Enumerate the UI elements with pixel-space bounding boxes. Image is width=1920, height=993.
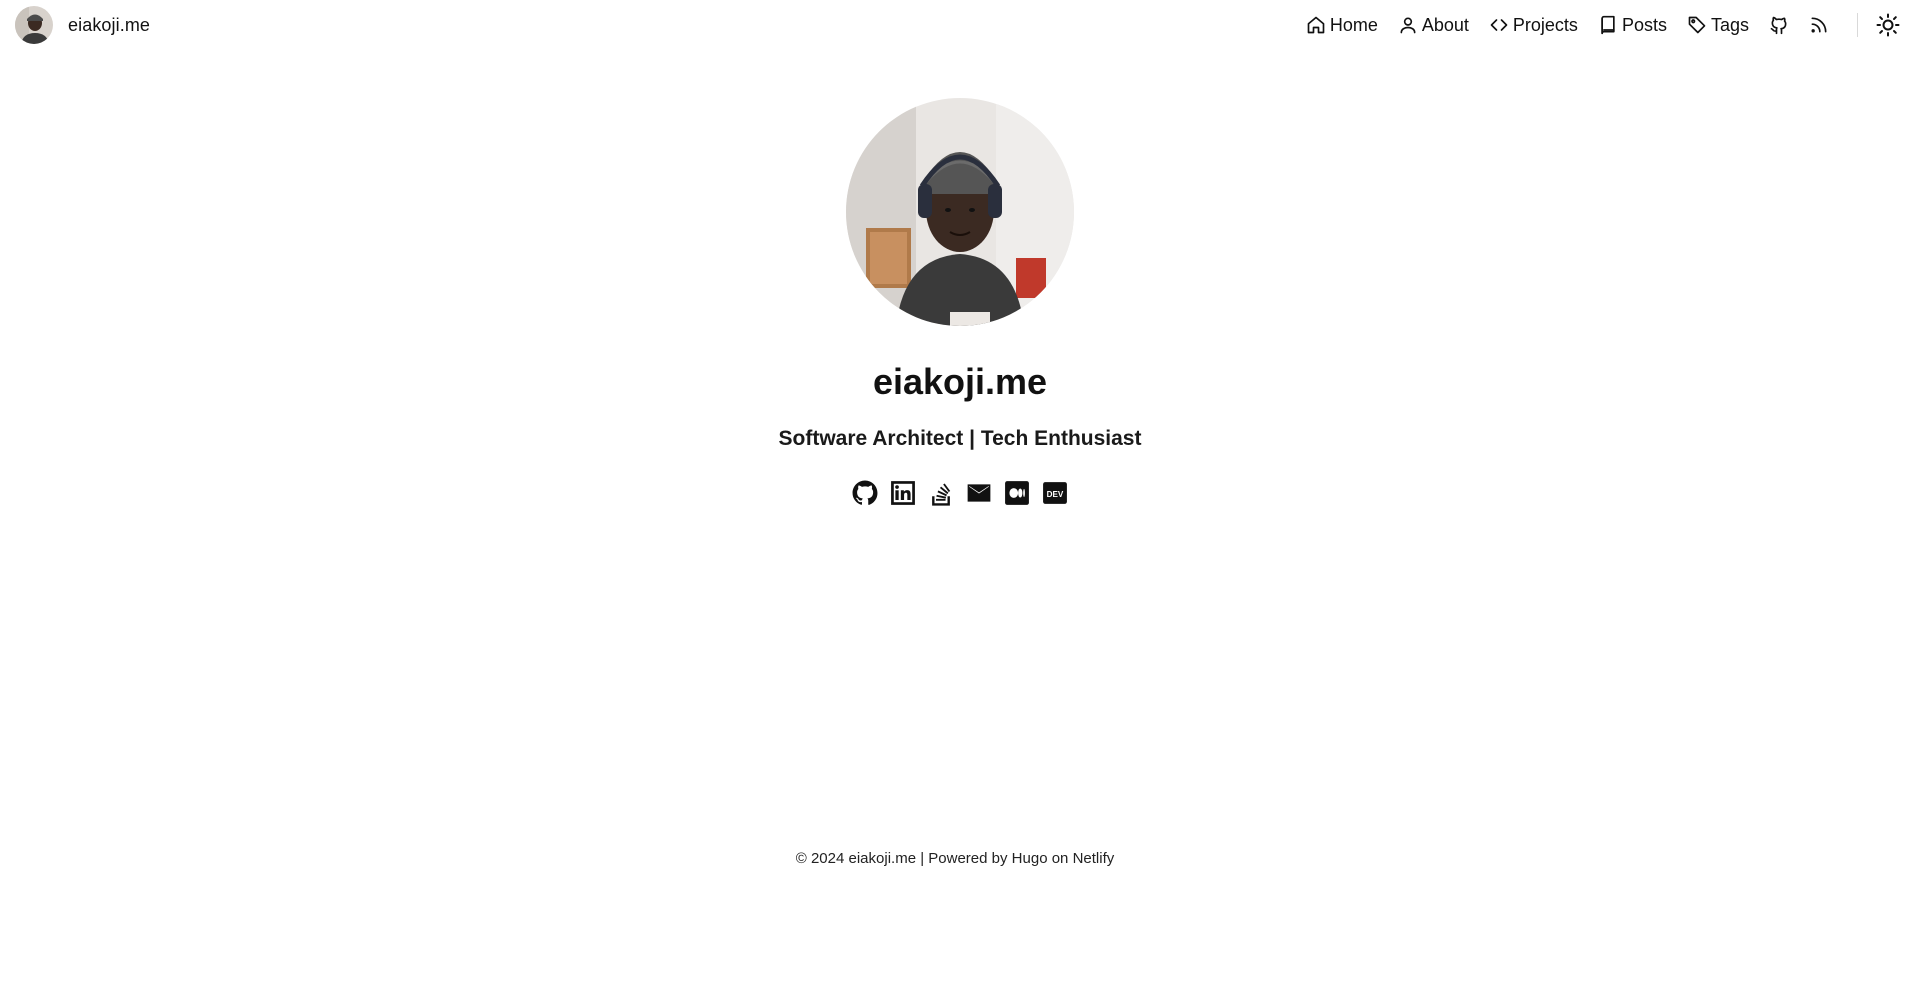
sun-icon bbox=[1876, 13, 1900, 37]
footer-powered-by: Powered by bbox=[928, 850, 1012, 867]
nav-projects-label: Projects bbox=[1512, 14, 1578, 35]
social-email[interactable] bbox=[965, 479, 993, 507]
code-icon bbox=[1490, 19, 1508, 31]
footer-separator: | bbox=[916, 850, 929, 867]
github-icon bbox=[1770, 16, 1787, 35]
dev-icon: DEV bbox=[1043, 482, 1067, 504]
footer-netlify-link[interactable]: Netlify bbox=[1073, 850, 1115, 867]
nav-posts[interactable]: Posts bbox=[1598, 15, 1667, 36]
social-medium[interactable] bbox=[1003, 479, 1031, 507]
theme-toggle-button[interactable] bbox=[1876, 13, 1900, 37]
footer-on: on bbox=[1047, 850, 1073, 867]
social-links: DEV bbox=[846, 479, 1074, 507]
profile-subtitle: Software Architect | Tech Enthusiast bbox=[778, 427, 1142, 450]
brand-link[interactable]: eiakoji.me bbox=[15, 6, 150, 44]
nav-github[interactable] bbox=[1769, 15, 1789, 35]
nav-home-label: Home bbox=[1329, 14, 1378, 35]
page-footer: © 2024 eiakoji.me | Powered by Hugo on N… bbox=[0, 850, 1910, 867]
home-icon bbox=[1307, 16, 1325, 34]
profile-section: eiakoji.me Software Architect | Tech Ent… bbox=[0, 98, 1920, 507]
email-icon bbox=[967, 484, 991, 502]
social-github[interactable] bbox=[851, 479, 879, 507]
brand-text: eiakoji.me bbox=[68, 14, 151, 35]
svg-text:DEV: DEV bbox=[1047, 490, 1064, 499]
medium-icon bbox=[1005, 481, 1029, 505]
social-dev[interactable]: DEV bbox=[1041, 479, 1069, 507]
social-stackoverflow[interactable] bbox=[927, 479, 955, 507]
tag-icon bbox=[1688, 16, 1706, 34]
user-icon bbox=[1400, 17, 1416, 34]
top-navbar: eiakoji.me Home About Projects Posts Tag… bbox=[0, 0, 1920, 50]
main-nav: Home About Projects Posts Tags bbox=[1306, 10, 1920, 40]
nav-rss[interactable] bbox=[1809, 15, 1829, 35]
nav-projects[interactable]: Projects bbox=[1489, 15, 1578, 36]
linkedin-icon bbox=[891, 481, 915, 505]
social-linkedin[interactable] bbox=[889, 479, 917, 507]
nav-tags-label: Tags bbox=[1710, 14, 1749, 35]
github-icon bbox=[852, 480, 878, 505]
footer-copyright: © 2024 eiakoji.me bbox=[795, 850, 917, 867]
nav-posts-label: Posts bbox=[1621, 14, 1667, 35]
brand-avatar bbox=[15, 6, 53, 44]
footer-hugo-link[interactable]: Hugo bbox=[1012, 850, 1048, 867]
profile-photo bbox=[846, 98, 1074, 326]
book-icon bbox=[1601, 15, 1615, 35]
nav-tags[interactable]: Tags bbox=[1687, 15, 1749, 36]
nav-divider bbox=[1857, 13, 1858, 37]
nav-about-label: About bbox=[1421, 14, 1469, 35]
rss-icon bbox=[1811, 17, 1827, 33]
stackoverflow-icon bbox=[932, 483, 951, 506]
nav-home[interactable]: Home bbox=[1306, 15, 1378, 36]
nav-about[interactable]: About bbox=[1398, 15, 1469, 36]
profile-name: eiakoji.me bbox=[872, 361, 1048, 402]
